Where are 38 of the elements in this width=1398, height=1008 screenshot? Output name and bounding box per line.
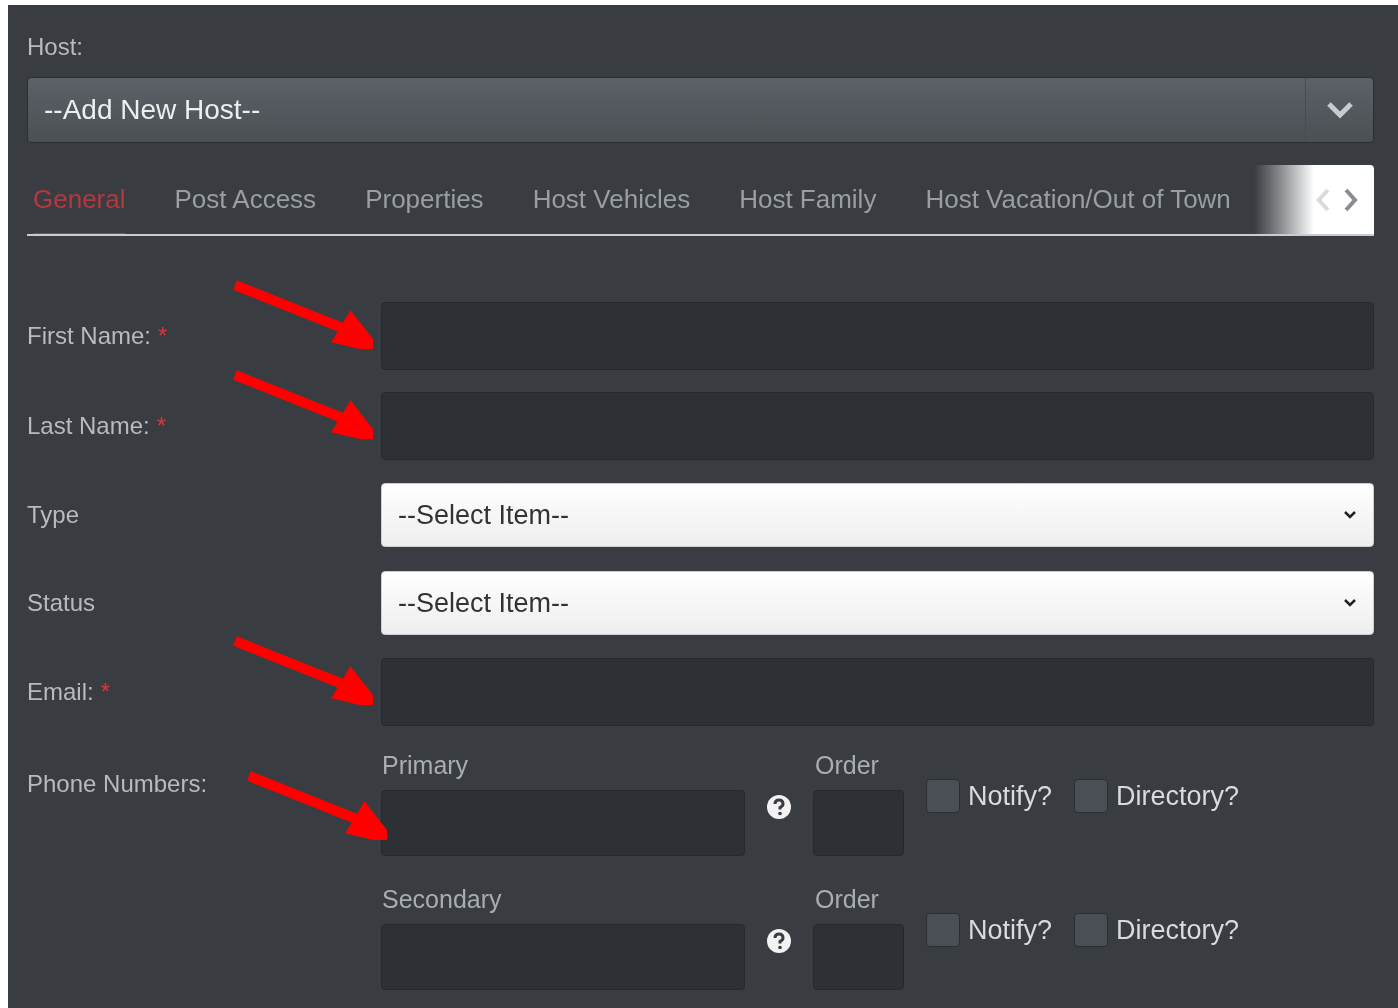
host-dropdown[interactable]: --Add New Host-- bbox=[27, 77, 1374, 143]
chevron-right-icon[interactable] bbox=[1344, 187, 1358, 212]
field-label: Status bbox=[27, 588, 96, 618]
required-mark: * bbox=[158, 321, 168, 351]
tab[interactable]: Properties bbox=[365, 165, 484, 234]
required-mark: * bbox=[156, 411, 167, 441]
checkbox[interactable] bbox=[926, 913, 960, 948]
phone-input[interactable] bbox=[381, 790, 745, 856]
field-label: Order bbox=[814, 750, 880, 781]
help-icon[interactable] bbox=[766, 928, 792, 954]
field-label: Phone Numbers: bbox=[27, 770, 208, 797]
chevron-down-icon bbox=[1325, 101, 1354, 119]
select-field[interactable]: --Select Item-- bbox=[381, 571, 1374, 635]
field-label: Type bbox=[27, 500, 80, 530]
tab[interactable]: Post Access bbox=[174, 165, 317, 234]
field-label: First Name: bbox=[27, 321, 151, 351]
field-label: Order bbox=[814, 884, 880, 915]
tab[interactable]: Host Vehicles bbox=[532, 165, 691, 234]
field-label: Last Name: bbox=[27, 411, 150, 441]
required-mark: * bbox=[100, 677, 111, 707]
checkbox-label: Directory? bbox=[1116, 780, 1240, 813]
checkbox[interactable] bbox=[1074, 779, 1109, 814]
checkbox-label: Notify? bbox=[968, 914, 1053, 947]
field-label: Email: bbox=[27, 677, 94, 707]
tab[interactable]: Host Family bbox=[739, 165, 877, 234]
help-icon[interactable] bbox=[766, 794, 792, 820]
chevron-down-icon bbox=[1343, 598, 1357, 608]
chevron-left-icon[interactable] bbox=[1316, 187, 1330, 212]
checkbox-label: Directory? bbox=[1116, 914, 1240, 947]
chevron-down-icon bbox=[1343, 510, 1357, 520]
select-field[interactable]: --Select Item-- bbox=[381, 483, 1374, 547]
field-label: Host: bbox=[27, 32, 84, 62]
checkbox[interactable] bbox=[1074, 913, 1109, 948]
field-label: Secondary bbox=[381, 884, 503, 915]
tab[interactable]: Host Vacation/Out of Town bbox=[925, 165, 1231, 234]
checkbox-label: Notify? bbox=[968, 780, 1053, 813]
checkbox[interactable] bbox=[926, 779, 960, 814]
field-label: Primary bbox=[381, 750, 470, 781]
